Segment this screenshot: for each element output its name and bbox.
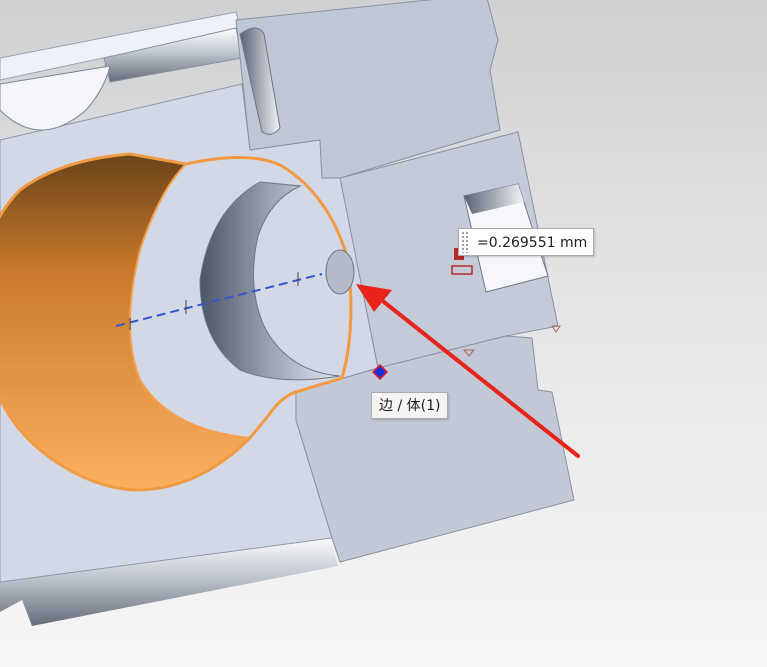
measurement-tooltip[interactable]: =0.269551 mm [458,228,595,256]
selection-tooltip: 边 / 体(1) [371,392,449,419]
measurement-value: =0.269551 mm [477,235,588,251]
part-model[interactable] [0,0,767,667]
cad-viewport[interactable]: =0.269551 mm 边 / 体(1) [0,0,767,667]
edge-point-marker-right [551,325,561,333]
small-through-hole [325,249,355,295]
selection-label: 边 / 体(1) [379,398,441,414]
drag-grip-icon[interactable] [461,231,469,253]
